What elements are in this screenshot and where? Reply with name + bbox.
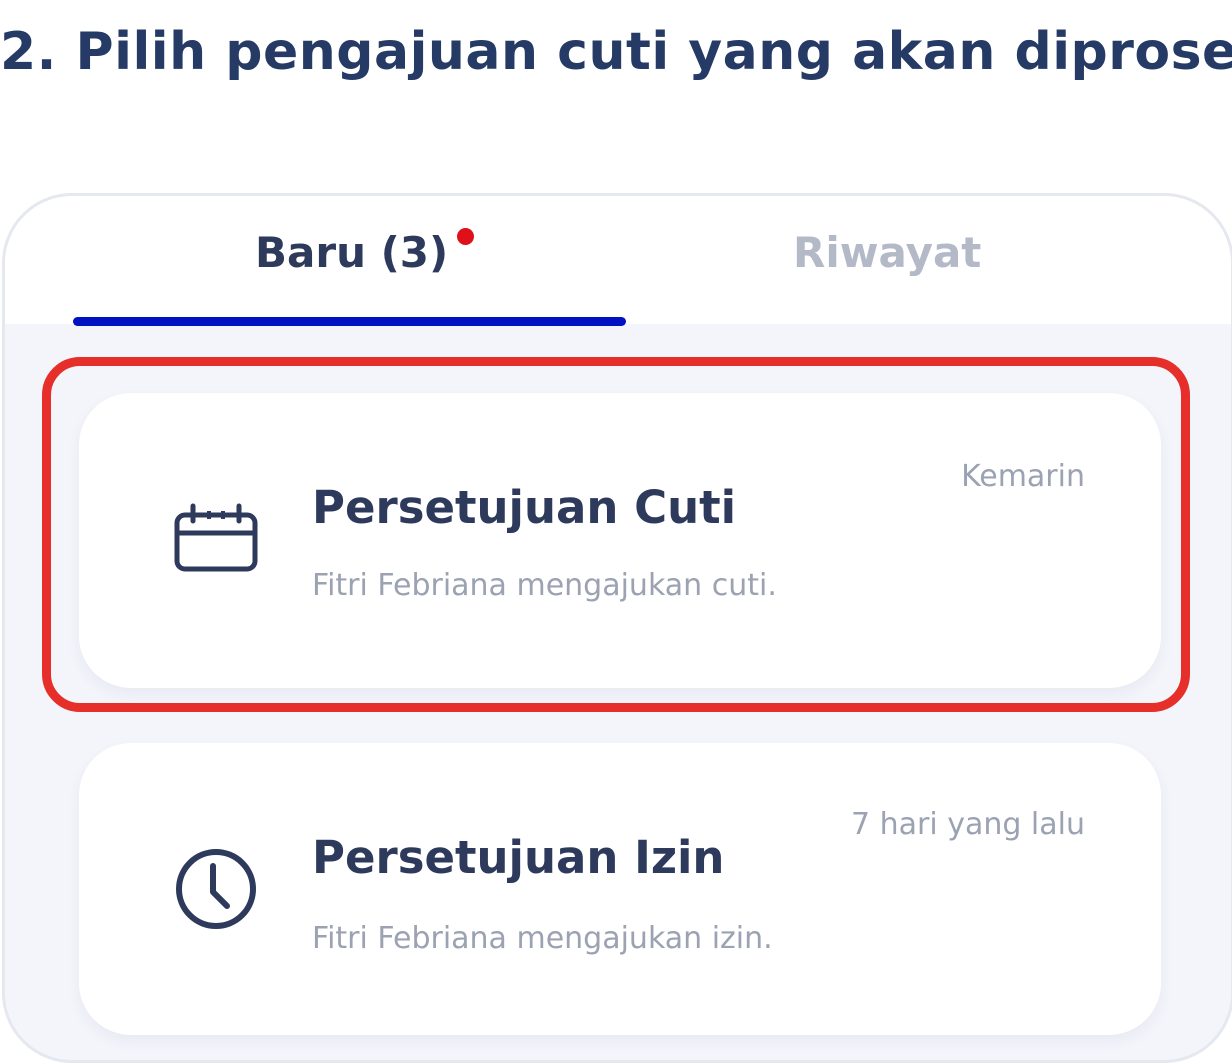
notification-dot	[457, 228, 474, 245]
tab-bar: Baru (3) Riwayat	[5, 196, 1231, 326]
approval-screen: Baru (3) Riwayat Persetujuan Cuti Fitri …	[2, 193, 1232, 1063]
calendar-icon	[173, 503, 259, 577]
card-timestamp: Kemarin	[961, 459, 1085, 494]
tab-new[interactable]: Baru (3)	[255, 228, 448, 277]
instruction-heading: 2. Pilih pengajuan cuti yang akan dipros…	[0, 22, 1232, 82]
active-tab-indicator	[73, 317, 626, 326]
card-title: Persetujuan Izin	[312, 831, 725, 884]
tab-history[interactable]: Riwayat	[793, 228, 981, 277]
card-title: Persetujuan Cuti	[312, 481, 737, 534]
card-timestamp: 7 hari yang lalu	[850, 807, 1085, 842]
card-subtitle: Fitri Febriana mengajukan izin.	[312, 921, 773, 956]
card-subtitle: Fitri Febriana mengajukan cuti.	[312, 568, 777, 603]
clock-icon	[173, 846, 259, 936]
permission-approval-card[interactable]: Persetujuan Izin Fitri Febriana mengajuk…	[79, 743, 1161, 1035]
leave-approval-card[interactable]: Persetujuan Cuti Fitri Febriana mengajuk…	[79, 393, 1161, 688]
